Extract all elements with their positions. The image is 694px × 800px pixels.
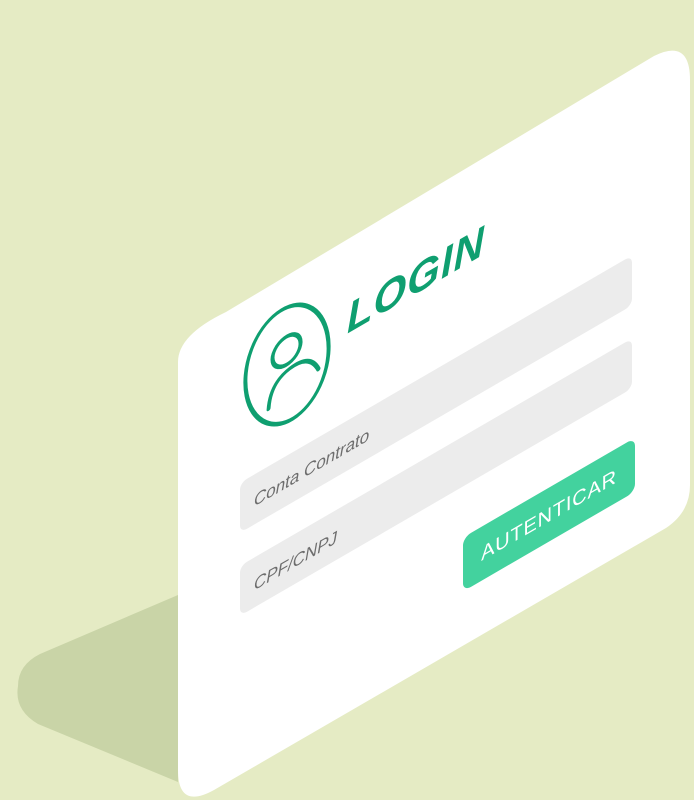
login-card [178,50,690,797]
login-illustration-scene: LOGIN Conta Contrato CPF/CNPJ AUTENTICAR [0,0,694,800]
card-shadow [17,595,178,782]
login-card-illustration: LOGIN Conta Contrato CPF/CNPJ AUTENTICAR [17,50,690,797]
